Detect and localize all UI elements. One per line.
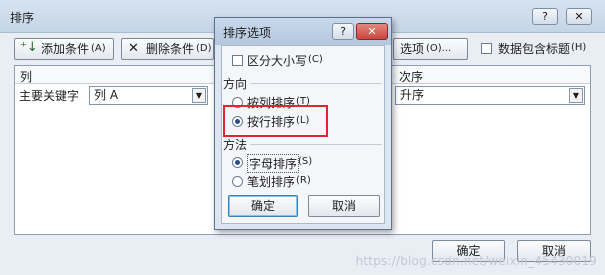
column-dropdown[interactable]: 列 A ▼ xyxy=(89,86,208,105)
letter-sort-label: 字母排序 xyxy=(247,154,300,173)
close-icon: ✕ xyxy=(574,10,584,23)
highlight-box xyxy=(223,105,328,137)
method-header: 方法 xyxy=(223,138,248,152)
sort-dialog-title: 排序 xyxy=(10,11,35,25)
add-condition-button[interactable]: ⁺↓ 添加条件 (A) xyxy=(14,38,114,60)
chevron-down-icon: ▼ xyxy=(569,88,583,103)
stroke-sort-radio[interactable] xyxy=(232,176,243,187)
order-header: 次序 xyxy=(399,70,424,84)
sort-options-titlebar: 排序选项 ? ✕ xyxy=(215,18,391,45)
delete-condition-key: (D) xyxy=(196,43,212,54)
letter-sort-radio[interactable] xyxy=(232,157,243,168)
method-divider xyxy=(250,144,382,145)
watermark: https://blog.csdn.net/weixin_45430019 xyxy=(355,254,597,268)
column-dropdown-value: 列 A xyxy=(94,88,119,102)
header-checkbox[interactable] xyxy=(481,43,492,54)
add-condition-icon: ⁺↓ xyxy=(20,40,38,55)
header-checkbox-key: (H) xyxy=(571,42,587,53)
add-condition-label: 添加条件 xyxy=(41,42,90,56)
delete-condition-label: 删除条件 xyxy=(146,42,195,56)
inner-cancel-button[interactable]: 取消 xyxy=(308,195,380,217)
inner-ok-button[interactable]: 确定 xyxy=(228,195,298,217)
inner-cancel-label: 取消 xyxy=(331,199,356,213)
sort-options-title: 排序选项 xyxy=(223,26,272,40)
column-header: 列 xyxy=(20,70,33,84)
options-label: 选项 xyxy=(400,42,425,56)
letter-sort-key: (S) xyxy=(298,156,313,167)
inner-ok-label: 确定 xyxy=(250,199,275,213)
delete-icon: ✕ xyxy=(128,41,139,56)
primary-key-label: 主要关键字 xyxy=(19,89,80,103)
order-dropdown-value: 升序 xyxy=(400,88,425,102)
options-button[interactable]: 选项 (O)... xyxy=(393,38,468,60)
inner-help-button[interactable]: ? xyxy=(332,23,354,40)
delete-condition-button[interactable]: ✕ 删除条件 (D) xyxy=(121,38,214,60)
case-sensitive-checkbox[interactable] xyxy=(232,55,243,66)
help-icon: ? xyxy=(340,25,346,38)
header-checkbox-label: 数据包含标题 xyxy=(498,42,571,56)
help-icon: ? xyxy=(542,10,548,23)
stroke-sort-key: (R) xyxy=(296,175,311,186)
options-key: (O)... xyxy=(426,43,452,54)
add-condition-key: (A) xyxy=(91,43,106,54)
stroke-sort-label: 笔划排序 xyxy=(247,175,296,189)
orientation-divider xyxy=(250,83,382,84)
orientation-header: 方向 xyxy=(223,77,248,91)
order-dropdown[interactable]: 升序 ▼ xyxy=(395,86,585,105)
inner-close-button[interactable]: ✕ xyxy=(356,23,388,40)
chevron-down-icon: ▼ xyxy=(192,88,206,103)
case-sensitive-key: (C) xyxy=(308,54,323,65)
outer-help-button[interactable]: ? xyxy=(532,8,558,25)
case-sensitive-label: 区分大小写 xyxy=(247,54,308,68)
outer-close-button[interactable]: ✕ xyxy=(566,8,592,25)
close-icon: ✕ xyxy=(367,25,377,38)
